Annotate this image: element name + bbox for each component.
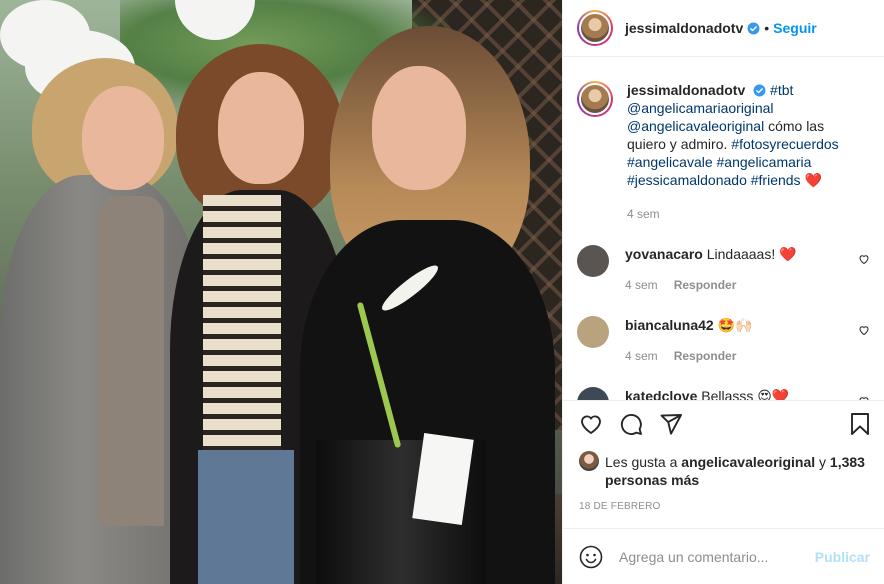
comment-text: Lindaaaas! ❤️ (706, 246, 797, 262)
comment-bubble-icon[interactable] (619, 412, 643, 436)
comment-text: Bellasss 😍❤️ (701, 388, 790, 400)
save-bookmark-icon[interactable] (848, 412, 872, 436)
comment-time[interactable]: 4 sem (625, 347, 658, 365)
reply-button[interactable]: Responder (674, 276, 737, 294)
commenter-avatar[interactable] (577, 387, 609, 400)
verified-badge-icon (753, 84, 766, 97)
comment-time[interactable]: 4 sem (625, 276, 658, 294)
share-send-icon[interactable] (659, 412, 683, 436)
author-avatar[interactable] (577, 10, 613, 46)
mention-link[interactable]: @angelicavaleoriginal (627, 118, 764, 134)
likes-middle: y (815, 454, 830, 470)
commenter-username[interactable]: yovanacaro (625, 246, 703, 262)
comment: biancaluna42 🤩🙌🏻 4 sem Responder (577, 316, 870, 365)
post-photo[interactable] (0, 0, 562, 584)
comments-list[interactable]: jessimaldonadotv #tbt @angelicamariaorig… (563, 57, 884, 400)
like-comment-heart-icon[interactable] (858, 253, 870, 265)
add-comment-bar: Publicar (563, 528, 884, 584)
comment: yovanacaro Lindaaaas! ❤️ 4 sem Responder (577, 245, 870, 294)
commenter-username[interactable]: katedclove (625, 388, 697, 400)
caption-time[interactable]: 4 sem (627, 205, 855, 223)
verified-badge-icon (747, 22, 760, 34)
follow-button[interactable]: Seguir (773, 20, 817, 36)
heart-emoji: ❤️ (804, 172, 822, 188)
caption: jessimaldonadotv #tbt @angelicamariaorig… (577, 81, 870, 223)
post-date[interactable]: 18 de febrero (579, 501, 872, 512)
commenter-username[interactable]: biancaluna42 (625, 317, 714, 333)
liker-avatar[interactable] (579, 451, 599, 471)
emoji-picker-icon[interactable] (579, 545, 603, 569)
reply-button[interactable]: Responder (674, 347, 737, 365)
post-comment-button[interactable]: Publicar (815, 549, 870, 565)
post-actions: Les gusta a angelicavaleoriginal y 1,383… (563, 400, 884, 512)
post-side-panel: jessimaldonadotv • Seguir jessimaldonado… (562, 0, 884, 584)
liker-username[interactable]: angelicavaleoriginal (681, 454, 815, 470)
comment-input[interactable] (619, 548, 815, 565)
like-comment-heart-icon[interactable] (858, 324, 870, 336)
likes-prefix: Les gusta a (605, 454, 682, 470)
author-username[interactable]: jessimaldonadotv (625, 20, 743, 36)
comment-text: 🤩🙌🏻 (717, 317, 753, 333)
commenter-avatar[interactable] (577, 316, 609, 348)
separator-dot: • (764, 20, 770, 36)
comment: katedclove Bellasss 😍❤️ (577, 387, 870, 400)
likes-summary: Les gusta a angelicavaleoriginal y 1,383… (579, 451, 872, 489)
post-header: jessimaldonadotv • Seguir (563, 0, 884, 57)
like-heart-icon[interactable] (579, 412, 603, 436)
caption-username[interactable]: jessimaldonadotv (627, 82, 745, 98)
like-comment-heart-icon[interactable] (858, 395, 870, 400)
mention-link[interactable]: @angelicamariaoriginal (627, 100, 774, 116)
caption-avatar[interactable] (577, 81, 613, 117)
hashtag-link[interactable]: #tbt (770, 82, 793, 98)
commenter-avatar[interactable] (577, 245, 609, 277)
post-modal: jessimaldonadotv • Seguir jessimaldonado… (0, 0, 884, 584)
